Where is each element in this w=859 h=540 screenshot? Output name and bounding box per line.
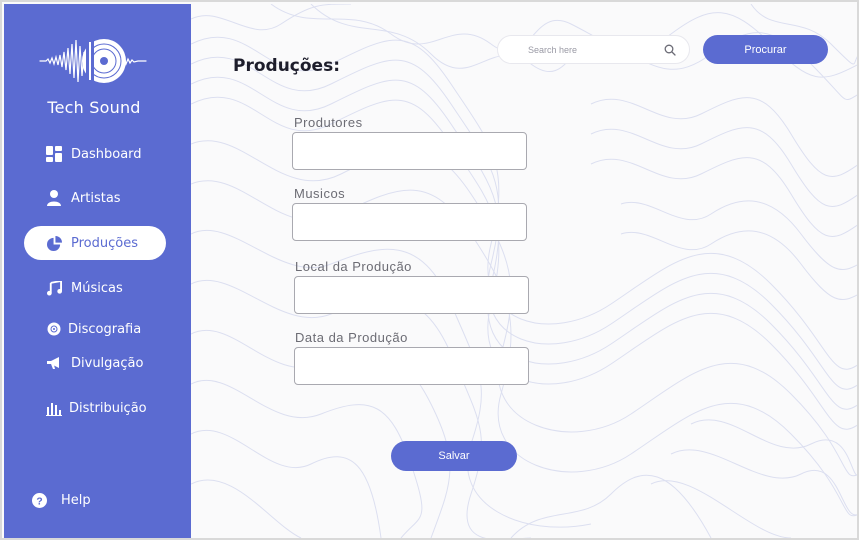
svg-text:?: ? — [36, 496, 42, 507]
music-note-icon — [46, 280, 62, 296]
sidebar-item-label: Distribuição — [69, 400, 147, 416]
sidebar-item-musicas[interactable]: Músicas — [24, 271, 166, 305]
megaphone-icon — [46, 355, 62, 371]
sidebar-item-label: Divulgação — [71, 355, 144, 371]
salvar-button[interactable]: Salvar — [391, 441, 517, 471]
sidebar: Tech Sound Dashboard Artistas Produções … — [4, 4, 191, 538]
background-wave-pattern — [191, 4, 857, 538]
produtores-label: Produtores — [294, 115, 363, 130]
musicos-label: Musicos — [294, 186, 346, 201]
search-box — [497, 35, 690, 64]
disc-icon — [46, 321, 62, 337]
data-producao-label: Data da Produção — [295, 330, 408, 345]
pie-chart-icon — [46, 235, 62, 251]
sound-wave-logo-icon — [39, 39, 147, 83]
sidebar-item-label: Dashboard — [71, 146, 142, 162]
help-button[interactable]: ? Help — [9, 483, 151, 517]
sidebar-item-label: Produções — [71, 235, 138, 251]
app-window: Tech Sound Dashboard Artistas Produções … — [0, 0, 859, 540]
sidebar-item-dashboard[interactable]: Dashboard — [24, 137, 166, 171]
bar-chart-icon — [46, 400, 62, 416]
local-producao-field[interactable] — [294, 276, 529, 314]
sidebar-item-label: Músicas — [71, 280, 123, 296]
sidebar-item-distribuicao[interactable]: Distribuição — [24, 391, 166, 425]
sidebar-item-label: Discografia — [68, 321, 142, 337]
sidebar-item-divulgacao[interactable]: Divulgação — [24, 346, 166, 380]
search-icon[interactable] — [664, 44, 676, 56]
main-content: Produções: Procurar Produtores Musicos L… — [191, 4, 857, 538]
search-input[interactable] — [528, 44, 678, 55]
produtores-field[interactable] — [292, 132, 527, 170]
brand-name: Tech Sound — [47, 98, 141, 117]
sidebar-item-label: Artistas — [71, 190, 121, 206]
sidebar-item-artistas[interactable]: Artistas — [24, 181, 166, 215]
procurar-button[interactable]: Procurar — [703, 35, 828, 64]
musicos-field[interactable] — [292, 203, 527, 241]
help-circle-icon: ? — [31, 492, 47, 508]
help-label: Help — [61, 492, 91, 508]
page-title: Produções: — [233, 56, 340, 76]
sidebar-item-producoes[interactable]: Produções — [24, 226, 166, 260]
sidebar-item-discografia[interactable]: Discografia — [24, 312, 166, 346]
dashboard-icon — [46, 146, 62, 162]
local-producao-label: Local da Produção — [295, 259, 412, 274]
person-icon — [46, 190, 62, 206]
data-producao-field[interactable] — [294, 347, 529, 385]
